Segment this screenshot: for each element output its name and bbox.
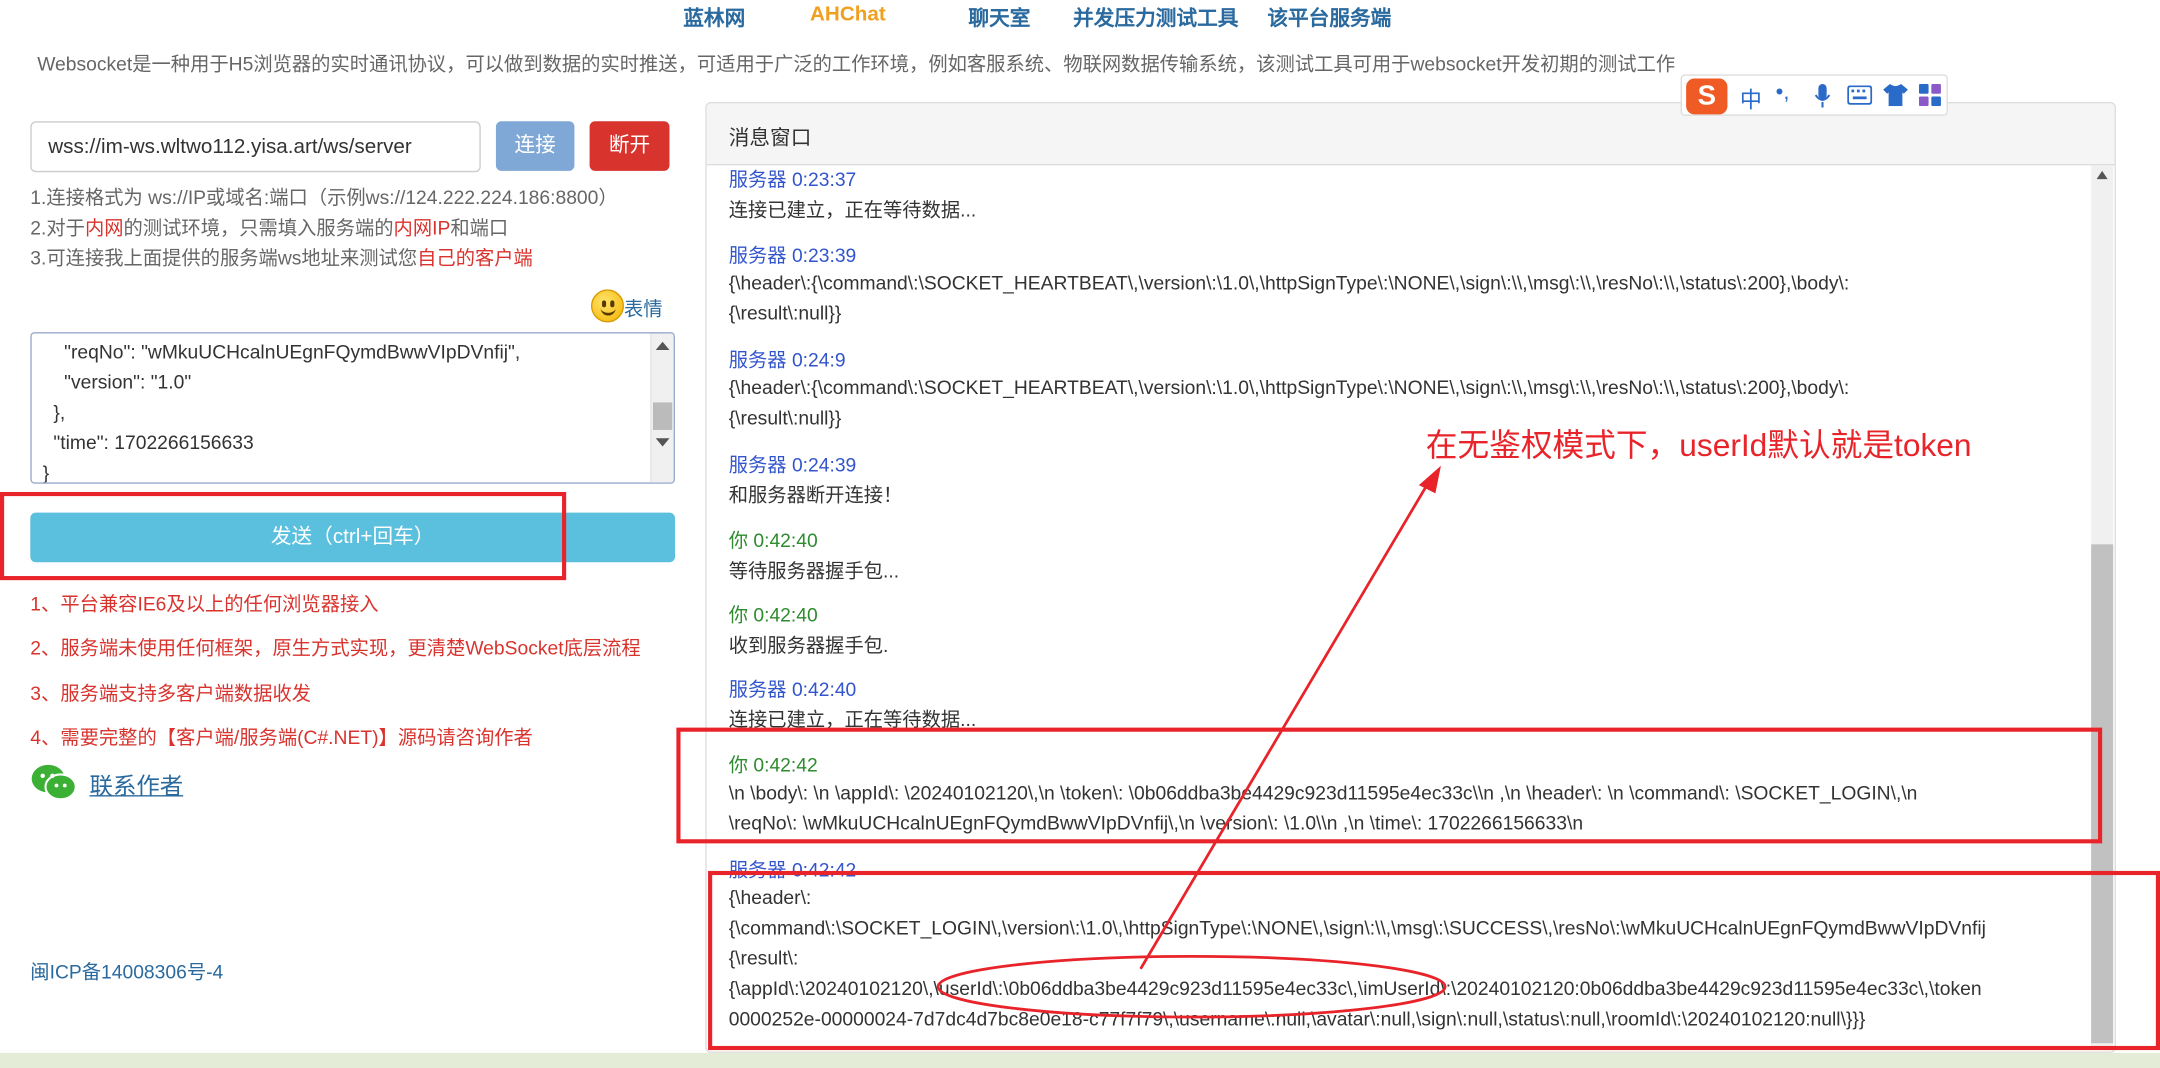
note-text: 和端口	[450, 216, 509, 239]
message-text: 和服务器断开连接！	[728, 483, 903, 506]
message-text: {\header\:{\command\:\SOCKET_HEARTBEAT\,…	[728, 376, 1850, 399]
feature-item: 1、平台兼容IE6及以上的任何浏览器接入	[30, 592, 379, 615]
note-line-3: 3.可连接我上面提供的服务端ws地址来测试您自己的客户端	[30, 244, 533, 272]
scroll-up-icon[interactable]	[655, 341, 670, 351]
scroll-down-icon[interactable]	[655, 438, 670, 447]
emoji-button-label[interactable]: 表情	[624, 295, 663, 323]
wechat-icon	[31, 764, 77, 801]
message-meta: 你 0:42:40	[728, 603, 818, 626]
annotation-box-response	[708, 870, 2160, 1051]
feature-item: 2、服务端未使用任何框架，原生方式实现，更清楚WebSocket底层流程	[30, 636, 641, 659]
toolbox-grid-icon[interactable]	[1918, 84, 1941, 107]
note-line-1: 1.连接格式为 ws://IP或域名:端口（示例ws://124.222.224…	[30, 186, 618, 209]
message-text: {\result\:null}}	[728, 301, 842, 324]
message-meta: 服务器 0:23:37	[728, 168, 857, 191]
top-nav: 蓝林网 AHChat 聊天室 并发压力测试工具 该平台服务端	[0, 0, 2160, 36]
note-line-2: 2.对于内网的测试环境，只需填入服务端的内网IP和端口	[30, 214, 508, 242]
nav-link-ahchat[interactable]: AHChat	[810, 3, 886, 26]
feature-item: 3、服务端支持多客户端数据收发	[30, 682, 312, 705]
keyboard-icon[interactable]	[1847, 85, 1873, 105]
ws-url-input[interactable]: wss://im-ws.wltwo112.yisa.art/ws/server	[30, 121, 481, 173]
message-meta: 你 0:42:40	[728, 529, 818, 552]
textarea-line: "version": "1.0"	[42, 370, 192, 393]
page: 蓝林网 AHChat 聊天室 并发压力测试工具 该平台服务端 Websocket…	[0, 0, 2160, 1068]
scroll-up-icon[interactable]	[2096, 170, 2108, 180]
microphone-icon[interactable]	[1814, 84, 1831, 109]
note-text: 3.可连接我上面提供的服务端ws地址来测试您	[30, 246, 418, 269]
textarea-line: }	[42, 461, 50, 484]
annotation-box-send	[0, 491, 567, 581]
feature-item: 4、需要完整的【客户端/服务端(C#.NET)】源码请咨询作者	[30, 726, 533, 749]
smiley-icon[interactable]	[590, 289, 625, 323]
message-text: 等待服务器握手包...	[728, 559, 900, 582]
skin-shirt-icon[interactable]	[1883, 84, 1908, 107]
note-highlight: 自己的客户端	[417, 246, 533, 269]
message-meta: 服务器 0:42:40	[728, 678, 857, 701]
icp-link[interactable]: 闽ICP备14008306号-4	[30, 958, 223, 986]
ime-toolbar[interactable]: S 中 •,	[1680, 74, 1948, 116]
page-description: Websocket是一种用于H5浏览器的实时通讯协议，可以做到数据的实时推送，可…	[37, 52, 1676, 75]
disconnect-button[interactable]: 断开	[589, 121, 670, 171]
note-highlight: 内网	[84, 216, 124, 239]
nav-link-stress-test[interactable]: 并发压力测试工具	[1073, 3, 1238, 32]
annotation-box-request	[676, 727, 2103, 844]
textarea-scrollbar[interactable]	[650, 333, 674, 483]
textarea-line: "reqNo": "wMkuUCHcalnUEgnFQymdBwwVIpDVnf…	[42, 340, 521, 363]
nav-link-server[interactable]: 该平台服务端	[1267, 3, 1391, 32]
nav-link-chatroom[interactable]: 聊天室	[968, 3, 1030, 32]
ime-punct-icon[interactable]: •,	[1776, 81, 1790, 106]
sogou-logo-icon[interactable]: S	[1686, 78, 1728, 115]
message-text: {\result\:null}}	[728, 406, 842, 429]
ime-chinese-icon[interactable]: 中	[1740, 81, 1762, 114]
connect-button[interactable]: 连接	[495, 121, 575, 171]
nav-link-lanlin[interactable]: 蓝林网	[683, 3, 745, 32]
message-meta: 服务器 0:24:9	[728, 348, 846, 371]
contact-author-link[interactable]: 联系作者	[90, 766, 184, 800]
textarea-line: },	[42, 401, 66, 424]
note-text: 的测试环境，只需填入服务端的	[123, 216, 394, 239]
annotation-text: 在无鉴权模式下，userId默认就是token	[1425, 427, 1972, 464]
message-textarea[interactable]: "reqNo": "wMkuUCHcalnUEgnFQymdBwwVIpDVnf…	[30, 332, 675, 484]
message-text: 连接已建立，正在等待数据...	[728, 198, 977, 221]
taskbar	[0, 1052, 2160, 1068]
textarea-line: "time": 1702266156633	[42, 431, 254, 454]
message-meta: 服务器 0:24:39	[728, 453, 857, 476]
message-text: 收到服务器握手包.	[728, 633, 889, 656]
note-text: 2.对于	[30, 216, 85, 239]
message-meta: 服务器 0:23:39	[728, 243, 857, 266]
scroll-thumb[interactable]	[652, 402, 673, 430]
panel-title: 消息窗口	[728, 126, 812, 151]
note-highlight: 内网IP	[393, 216, 451, 239]
message-text: {\header\:{\command\:\SOCKET_HEARTBEAT\,…	[728, 271, 1850, 294]
